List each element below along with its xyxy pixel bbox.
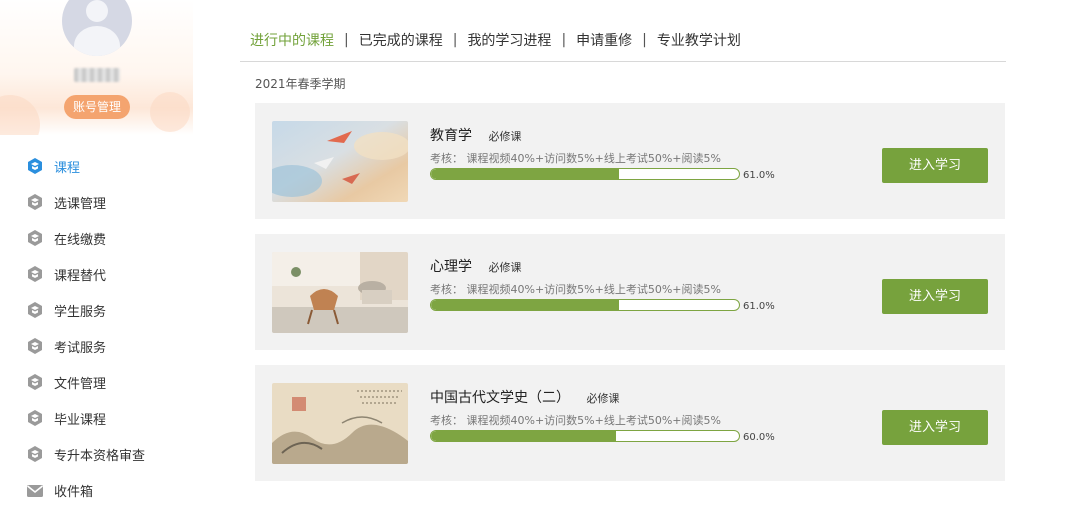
course-title: 心理学 必修课: [430, 256, 521, 276]
mail-icon: [26, 481, 44, 499]
sidebar-item-qualification-review[interactable]: 专升本资格审查: [0, 436, 193, 472]
sidebar-item-label: 专升本资格审查: [54, 448, 146, 464]
account-management-button[interactable]: 账号管理: [64, 95, 130, 119]
course-card: 中国古代文学史（二） 必修课 考核： 课程视频40%+访问数5%+线上考试50%…: [255, 365, 1005, 481]
gear-hex-icon: [26, 445, 44, 463]
gear-hex-icon: [26, 265, 44, 283]
gear-hex-icon: [26, 193, 44, 211]
sidebar-item-file-management[interactable]: 文件管理: [0, 364, 193, 400]
course-card: 教育学 必修课 考核： 课程视频40%+访问数5%+线上考试50%+阅读5% 6…: [255, 103, 1005, 219]
profile-panel: 账号管理: [0, 0, 193, 135]
sidebar-item-online-payment[interactable]: 在线缴费: [0, 220, 193, 256]
tab-ongoing-courses[interactable]: 进行中的课程: [250, 30, 334, 50]
progress-bar: [430, 299, 740, 311]
tab-teaching-plan[interactable]: 专业教学计划: [657, 30, 741, 50]
assessment-text: 考核： 课程视频40%+访问数5%+线上考试50%+阅读5%: [430, 414, 721, 427]
gear-hex-icon: [26, 229, 44, 247]
course-icon: [26, 157, 44, 175]
sidebar-item-courses[interactable]: 课程: [0, 148, 193, 184]
progress-percent: 61.0%: [743, 301, 775, 312]
course-card: 心理学 必修课 考核： 课程视频40%+访问数5%+线上考试50%+阅读5% 6…: [255, 234, 1005, 350]
sidebar-nav: 课程 选课管理 在线缴费 课程替代 学生服务 考试服务 文件管理 毕业课程 专升…: [0, 148, 193, 508]
sidebar-item-label: 课程: [54, 160, 81, 176]
course-title: 教育学 必修课: [430, 125, 521, 145]
tab-learning-progress[interactable]: 我的学习进程: [467, 30, 551, 50]
enter-study-button[interactable]: 进入学习: [882, 148, 988, 183]
progress-percent: 60.0%: [743, 432, 775, 443]
gear-hex-icon: [26, 373, 44, 391]
sidebar-item-student-services[interactable]: 学生服务: [0, 292, 193, 328]
tab-separator: |: [561, 32, 567, 48]
sidebar-item-exam-services[interactable]: 考试服务: [0, 328, 193, 364]
gear-hex-icon: [26, 409, 44, 427]
sidebar-item-course-selection[interactable]: 选课管理: [0, 184, 193, 220]
tab-separator: |: [452, 32, 458, 48]
progress-fill: [431, 300, 619, 310]
sidebar: 账号管理 课程 选课管理 在线缴费 课程替代 学生服务 考试服务 文件管理 毕业…: [0, 0, 193, 500]
course-name: 中国古代文学史（二）: [430, 390, 570, 406]
main-content: 进行中的课程 | 已完成的课程 | 我的学习进程 | 申请重修 | 专业教学计划…: [240, 0, 1006, 497]
tab-apply-retake[interactable]: 申请重修: [576, 30, 632, 50]
enter-study-button[interactable]: 进入学习: [882, 279, 988, 314]
sidebar-item-label: 选课管理: [54, 196, 107, 212]
term-label: 2021年春季学期: [255, 77, 346, 91]
enter-study-button[interactable]: 进入学习: [882, 410, 988, 445]
sidebar-item-graduation-courses[interactable]: 毕业课程: [0, 400, 193, 436]
course-thumbnail[interactable]: [272, 252, 408, 333]
course-name: 心理学: [430, 259, 472, 275]
sidebar-item-label: 考试服务: [54, 340, 107, 356]
sidebar-item-label: 在线缴费: [54, 232, 107, 248]
course-type-tag: 必修课: [586, 392, 620, 405]
gear-hex-icon: [26, 337, 44, 355]
assessment-text: 考核： 课程视频40%+访问数5%+线上考试50%+阅读5%: [430, 283, 721, 296]
course-type-tag: 必修课: [488, 261, 522, 274]
course-name: 教育学: [430, 128, 472, 144]
progress-bar: [430, 168, 740, 180]
decoration: [150, 92, 190, 132]
course-type-tag: 必修课: [488, 130, 522, 143]
tab-separator: |: [344, 32, 349, 48]
progress-fill: [431, 431, 616, 441]
assessment-text: 考核： 课程视频40%+访问数5%+线上考试50%+阅读5%: [430, 152, 721, 165]
username-blurred: [74, 68, 120, 82]
progress-fill: [431, 169, 619, 179]
progress-percent: 61.0%: [743, 170, 775, 181]
sidebar-item-inbox[interactable]: 收件箱: [0, 472, 193, 508]
tabs-divider: [240, 61, 1006, 62]
course-thumbnail[interactable]: [272, 121, 408, 202]
sidebar-item-label: 文件管理: [54, 376, 107, 392]
course-thumbnail[interactable]: [272, 383, 408, 464]
sidebar-item-label: 毕业课程: [54, 412, 107, 428]
gear-hex-icon: [26, 301, 44, 319]
sidebar-item-label: 课程替代: [54, 268, 107, 284]
progress-bar: [430, 430, 740, 442]
tab-completed-courses[interactable]: 已完成的课程: [359, 30, 443, 50]
sidebar-item-course-substitution[interactable]: 课程替代: [0, 256, 193, 292]
course-tabs: 进行中的课程 | 已完成的课程 | 我的学习进程 | 申请重修 | 专业教学计划: [250, 30, 741, 50]
course-title: 中国古代文学史（二） 必修课: [430, 387, 619, 407]
sidebar-item-label: 学生服务: [54, 304, 107, 320]
tab-separator: |: [642, 32, 647, 48]
